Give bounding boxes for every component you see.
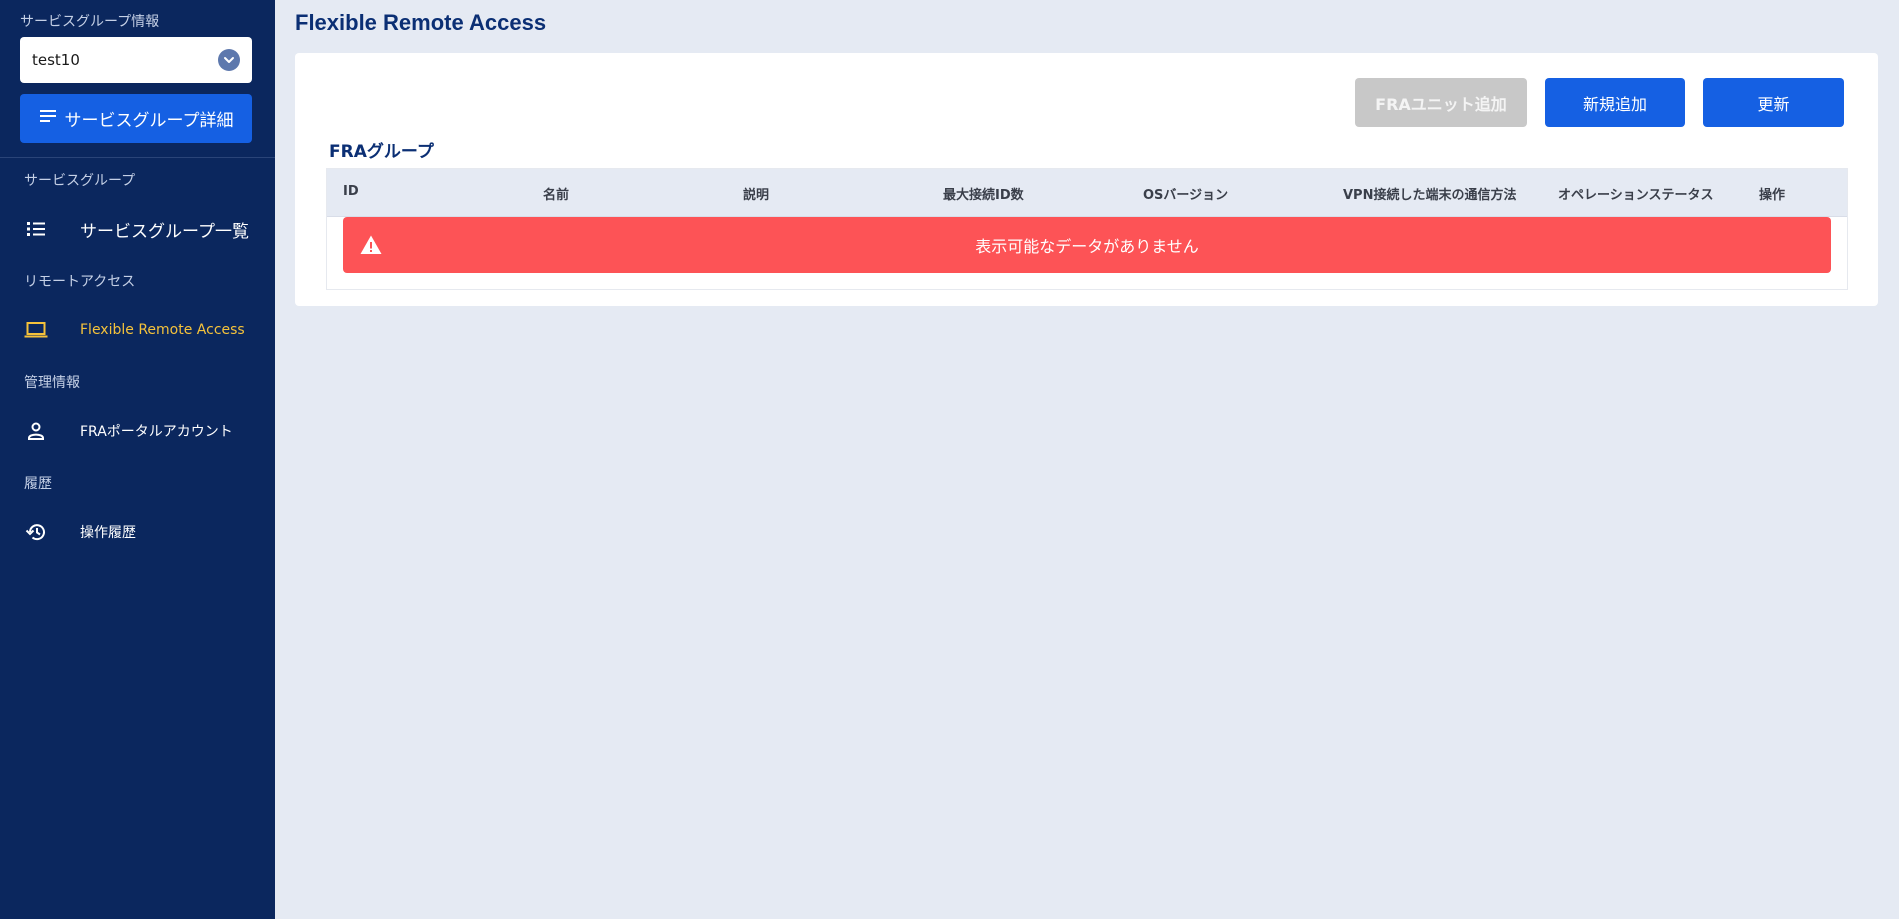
sidebar-item-label: Flexible Remote Access	[80, 322, 245, 338]
fra-unit-add-button[interactable]: FRAユニット追加	[1355, 78, 1527, 127]
new-add-button[interactable]: 新規追加	[1545, 78, 1685, 127]
chevron-down-icon	[218, 49, 240, 71]
sidebar-item-fra-portal-account[interactable]: FRAポータルアカウント	[0, 409, 275, 453]
column-header-name[interactable]: 名前	[543, 184, 569, 203]
refresh-button[interactable]: 更新	[1703, 78, 1844, 127]
section-label-remote-access: リモートアクセス	[24, 274, 136, 290]
sidebar-item-label: FRAポータルアカウント	[80, 424, 233, 440]
menu-lines-icon	[39, 108, 57, 129]
sidebar-item-operation-history[interactable]: 操作履歴	[0, 510, 275, 554]
section-label-history: 履歴	[24, 476, 52, 492]
app: サービスグループ情報 test10 サービスグループ詳細 サービスグループ サー…	[0, 0, 1899, 919]
fra-group-title: FRAグループ	[329, 142, 434, 162]
empty-data-alert: 表示可能なデータがありません	[343, 217, 1831, 273]
column-header-operation-status[interactable]: オペレーションステータス	[1558, 184, 1713, 203]
column-header-vpn-communication-method[interactable]: VPN接続した端末の通信方法	[1343, 184, 1516, 203]
service-group-detail-button[interactable]: サービスグループ詳細	[20, 94, 252, 143]
column-header-actions: 操作	[1759, 188, 1786, 203]
empty-data-message: 表示可能なデータがありません	[975, 237, 1199, 256]
person-icon	[24, 419, 48, 443]
section-label-management: 管理情報	[24, 375, 80, 391]
page-title: Flexible Remote Access	[295, 10, 547, 35]
fra-group-card: FRAユニット追加 新規追加 更新 FRAグループ ID 名前 説明 最大接続I…	[295, 53, 1878, 306]
sidebar-item-label: サービスグループ一覧	[80, 221, 249, 242]
service-group-select-value: test10	[32, 51, 80, 69]
main-content: Flexible Remote Access FRAユニット追加 新規追加 更新…	[275, 0, 1899, 919]
service-group-detail-button-label: サービスグループ詳細	[64, 111, 234, 131]
service-group-select[interactable]: test10	[20, 37, 252, 83]
column-header-id[interactable]: ID	[343, 184, 359, 199]
service-group-info-label: サービスグループ情報	[20, 14, 160, 30]
sidebar: サービスグループ情報 test10 サービスグループ詳細 サービスグループ サー…	[0, 0, 275, 919]
sidebar-item-label: 操作履歴	[80, 525, 136, 541]
sidebar-divider	[0, 157, 275, 158]
column-header-os-version[interactable]: OSバージョン	[1143, 184, 1228, 203]
sidebar-item-service-group-list[interactable]: サービスグループ一覧	[0, 207, 275, 251]
history-icon	[24, 520, 48, 544]
column-header-description[interactable]: 説明	[743, 184, 769, 203]
fra-group-table: ID 名前 説明 最大接続ID数 OSバージョン VPN接続した端末の通信方法 …	[326, 168, 1848, 290]
table-header: ID 名前 説明 最大接続ID数 OSバージョン VPN接続した端末の通信方法 …	[327, 169, 1847, 217]
column-header-max-connection-ids[interactable]: 最大接続ID数	[943, 184, 1024, 203]
warning-icon	[359, 233, 383, 257]
list-icon	[24, 217, 48, 241]
laptop-icon	[24, 318, 48, 342]
sidebar-item-flexible-remote-access[interactable]: Flexible Remote Access	[0, 308, 275, 352]
section-label-service-group: サービスグループ	[24, 173, 136, 189]
